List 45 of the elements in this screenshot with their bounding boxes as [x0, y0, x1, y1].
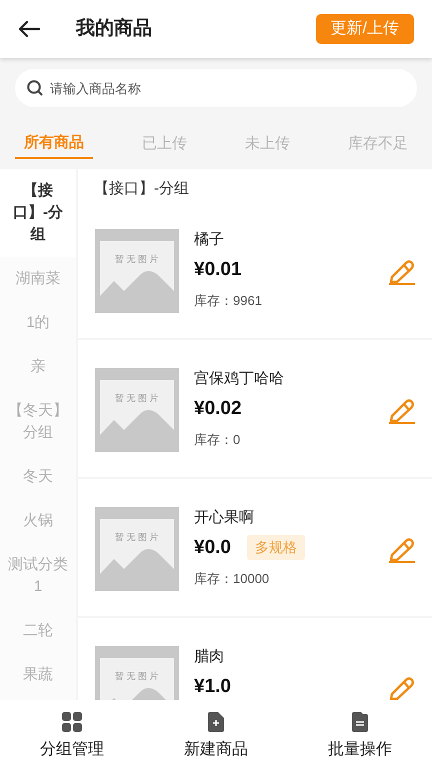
mountain-icon — [100, 380, 174, 444]
update-upload-button[interactable]: 更新/上传 — [316, 14, 414, 44]
new-document-icon — [208, 712, 224, 732]
category-item[interactable]: 火锅 — [0, 499, 76, 543]
filter-tab[interactable]: 库存不足 — [339, 129, 417, 159]
mountain-icon — [100, 518, 174, 584]
bottom-nav-button[interactable]: 新建商品 — [144, 700, 288, 768]
filter-tab[interactable]: 未上传 — [236, 129, 299, 159]
bottom-nav-button[interactable]: 分组管理 — [0, 700, 144, 768]
stock-text: 库存：9961 — [194, 292, 262, 310]
grid-icon — [62, 712, 82, 732]
page-title: 我的商品 — [76, 16, 152, 41]
bottom-nav-button[interactable]: 批量操作 — [288, 700, 432, 768]
no-image-text: 暂 无 图 片 — [114, 530, 160, 544]
product-name: 腊肉 — [194, 646, 224, 666]
product-name: 橘子 — [194, 230, 224, 250]
spec-tag: 多规格 — [246, 535, 305, 560]
category-item[interactable]: 果蔬 — [0, 653, 76, 697]
mountain-icon — [100, 240, 174, 306]
stock-text: 库存：0 — [194, 430, 240, 448]
category-item[interactable]: 【冬天】分组 — [0, 389, 76, 455]
stock-text: 库存：10000 — [194, 570, 270, 588]
search-icon — [27, 80, 43, 96]
category-item[interactable]: 测试分类1 — [0, 543, 76, 609]
category-item[interactable]: 二轮 — [0, 609, 76, 653]
folder-list-icon — [352, 712, 368, 732]
category-item[interactable]: 亲 — [0, 345, 76, 389]
product-price: ¥0.02 — [194, 396, 242, 420]
product-name: 宫保鸡丁哈哈 — [194, 368, 284, 388]
category-item[interactable]: 冬天 — [0, 455, 76, 499]
search-field[interactable]: 请输入商品名称 — [15, 69, 417, 107]
back-icon[interactable] — [18, 20, 40, 38]
category-item[interactable]: 湖南菜 — [0, 257, 76, 301]
no-image-text: 暂 无 图 片 — [114, 252, 160, 266]
no-image-text: 暂 无 图 片 — [114, 670, 160, 682]
filter-tab[interactable]: 已上传 — [133, 129, 196, 159]
product-price: ¥1.0 — [194, 674, 231, 698]
category-item[interactable]: 【接口】-分组 — [0, 169, 76, 257]
product-price: ¥0.01 — [194, 258, 242, 282]
no-image-text: 暂 无 图 片 — [114, 392, 160, 404]
group-title: 【接口】-分组 — [93, 179, 190, 199]
product-name: 开心果啊 — [194, 508, 254, 528]
filter-tab[interactable]: 所有商品 — [15, 129, 93, 159]
category-item[interactable]: 1的 — [0, 301, 76, 345]
product-price: ¥0.0 — [194, 536, 231, 560]
